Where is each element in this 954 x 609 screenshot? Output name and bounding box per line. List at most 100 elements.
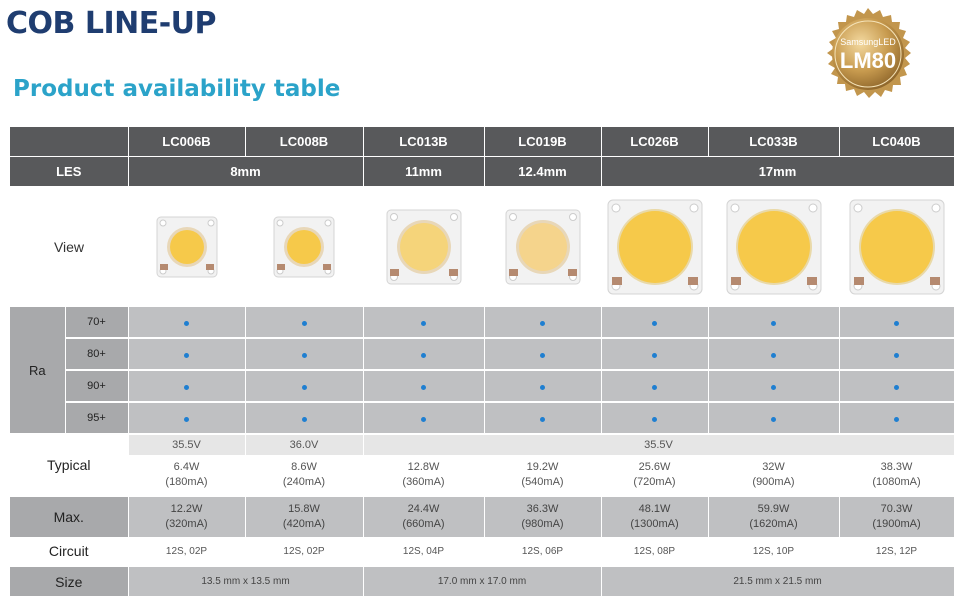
ra-cell [708, 402, 840, 435]
availability-dot-icon [301, 385, 307, 390]
ra-cell [708, 370, 840, 403]
ra-cell [245, 370, 364, 403]
chip-lc013b-cell [363, 186, 484, 307]
ra-cell [601, 370, 709, 403]
availability-dot-icon [652, 417, 657, 422]
ra-cell [708, 338, 840, 371]
max-power-cell: 15.8W (420mA) [245, 495, 364, 537]
ra-cell [128, 402, 246, 435]
ra-cell [363, 402, 485, 435]
availability-dot-icon [421, 321, 426, 326]
les-12mm: 12.4mm [484, 156, 602, 186]
size-large: 21.5 mm x 21.5 mm [601, 565, 954, 596]
ra-cell [363, 307, 485, 339]
ra-cell [839, 338, 954, 371]
lm80-badge-icon: SamsungLED LM80 [827, 8, 911, 98]
model-lc026b: LC026B [601, 127, 709, 157]
typical-power-cell: 12.8W (360mA) [363, 455, 485, 496]
typical-power-cell: 32W (900mA) [708, 455, 840, 496]
availability-dot-icon [771, 417, 776, 422]
availability-dot-icon [184, 417, 189, 422]
typical-power-row: 6.4W (180mA) 8.6W (240mA) 12.8W (360mA) 19.… [10, 455, 954, 496]
ra-cell [363, 338, 485, 371]
typical-power-cell: 38.3W (1080mA) [839, 455, 954, 496]
availability-dot-icon [894, 417, 899, 422]
availability-dot-icon [652, 353, 657, 358]
ra-cell [484, 370, 602, 403]
cob-chip-lc008b-icon [273, 216, 335, 277]
circuit-cell: 12S, 08P [601, 537, 709, 566]
ra-cell [245, 338, 364, 371]
model-lc033b: LC033B [708, 127, 840, 157]
chip-lc008b-cell [245, 186, 363, 307]
ra-cell [128, 338, 246, 371]
ra-cell [601, 307, 709, 339]
max-power-cell: 12.2W (320mA) [128, 495, 246, 537]
typical-voltage-others: 35.5V [363, 434, 954, 455]
chip-lc026b-cell [601, 186, 708, 307]
size-small: 13.5 mm x 13.5 mm [128, 565, 364, 596]
max-power-cell: 59.9W (1620mA) [708, 495, 840, 537]
header-corner [10, 127, 129, 157]
chip-lc019b-cell [484, 186, 601, 307]
typical-voltage-lc006b: 35.5V [128, 434, 246, 455]
availability-dot-icon [540, 385, 545, 390]
availability-dot-icon [771, 385, 776, 390]
ra-level-80: 80+ [65, 338, 129, 371]
cob-chip-lc040b-icon [849, 199, 944, 294]
cob-chip-lc019b-icon [505, 209, 580, 284]
product-table: LC006B LC008B LC013B LC019B LC026B LC033… [10, 127, 954, 596]
les-8mm: 8mm [128, 156, 364, 186]
page-title: COB LINE-UP [6, 6, 217, 41]
availability-dot-icon [184, 385, 189, 390]
view-row: View [10, 186, 954, 307]
ra-cell [839, 370, 954, 403]
ra-cell [245, 402, 364, 435]
chip-lc033b-cell [708, 186, 839, 307]
cob-chip-lc013b-icon [386, 209, 461, 284]
circuit-cell: 12S, 10P [708, 537, 840, 566]
ra-level-70: 70+ [65, 307, 129, 339]
ra-cell [708, 307, 840, 339]
chip-lc006b-cell [128, 186, 245, 307]
circuit-label: Circuit [10, 537, 129, 566]
chip-lc040b-cell [839, 186, 954, 307]
view-label: View [10, 186, 128, 307]
badge-brand: SamsungLED [840, 37, 896, 47]
ra-level-95: 95+ [65, 402, 129, 435]
les-label: LES [10, 156, 129, 186]
circuit-cell: 12S, 02P [245, 537, 364, 566]
circuit-cell: 12S, 12P [839, 537, 954, 566]
ra-cell [601, 402, 709, 435]
circuit-row: Circuit 12S, 02P 12S, 02P 12S, 04P 12S, … [10, 537, 954, 566]
availability-dot-icon [184, 321, 189, 326]
availability-dot-icon [652, 321, 657, 326]
les-11mm: 11mm [363, 156, 485, 186]
cob-chip-lc026b-icon [607, 199, 702, 294]
ra-row-70: Ra 70+ [10, 307, 954, 435]
availability-dot-icon [301, 417, 307, 422]
ra-cell [484, 307, 602, 339]
ra-label: Ra [10, 307, 66, 435]
availability-dot-icon [421, 417, 426, 422]
cob-chip-lc033b-icon [726, 199, 821, 294]
max-label: Max. [10, 495, 129, 537]
circuit-cell: 12S, 04P [363, 537, 485, 566]
size-row: Size 13.5 mm x 13.5 mm 17.0 mm x 17.0 mm… [10, 565, 954, 596]
circuit-cell: 12S, 02P [128, 537, 246, 566]
ra-row-95: 95+ [10, 402, 954, 435]
ra-cell [128, 307, 246, 339]
model-lc008b: LC008B [245, 127, 364, 157]
availability-dot-icon [301, 321, 307, 326]
availability-dot-icon [652, 385, 657, 390]
ra-row-80: 80+ [10, 338, 954, 371]
typical-voltage-lc008b: 36.0V [245, 434, 364, 455]
availability-dot-icon [894, 321, 899, 326]
size-label: Size [10, 565, 129, 596]
model-lc040b: LC040B [839, 127, 954, 157]
ra-level-90: 90+ [65, 370, 129, 403]
typical-label: Typical [10, 434, 129, 496]
ra-cell [601, 338, 709, 371]
ra-cell [484, 402, 602, 435]
model-lc006b: LC006B [128, 127, 246, 157]
